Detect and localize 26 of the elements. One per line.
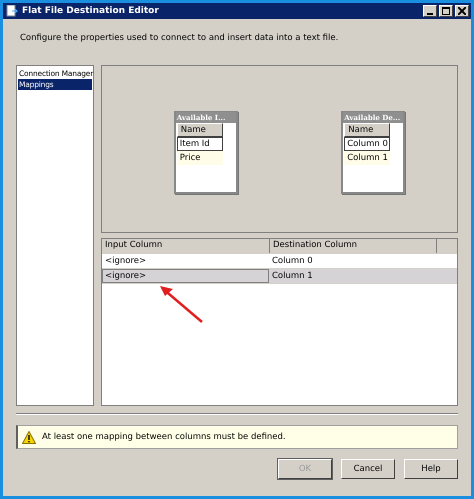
column-header: Destination Column bbox=[270, 239, 437, 253]
table-cell[interactable]: Column 0 bbox=[269, 254, 457, 268]
table-cell[interactable]: <ignore> bbox=[102, 254, 269, 268]
column-item[interactable]: Column 1 bbox=[344, 151, 390, 165]
window-title: Flat File Destination Editor bbox=[22, 6, 160, 16]
table-cell[interactable]: Column 1 bbox=[269, 269, 457, 283]
close-button[interactable] bbox=[455, 5, 469, 17]
warning-text: At least one mapping between columns must be defined. bbox=[42, 432, 286, 442]
table-row[interactable]: <ignore> Column 1 bbox=[102, 269, 457, 284]
close-icon bbox=[458, 7, 466, 15]
maximize-button[interactable] bbox=[439, 5, 453, 17]
description-text: Configure the properties used to connect to and insert data into a text file. bbox=[20, 33, 340, 43]
column-header: Input Column bbox=[102, 239, 270, 253]
column-item[interactable]: Price bbox=[176, 151, 223, 165]
maximize-icon bbox=[442, 7, 450, 15]
dialog-button[interactable]: Cancel bbox=[341, 459, 395, 479]
column-item[interactable]: Column 0 bbox=[344, 137, 390, 151]
arrow-drawing bbox=[160, 286, 203, 323]
document-icon bbox=[6, 5, 18, 17]
column-item[interactable]: Item Id bbox=[176, 137, 223, 151]
minimize-button[interactable] bbox=[423, 5, 437, 17]
column-header: Name bbox=[344, 123, 390, 137]
dialog-button[interactable]: Help bbox=[404, 459, 458, 479]
column-header: Name bbox=[176, 123, 223, 137]
warning-icon bbox=[22, 430, 36, 444]
table-cell[interactable]: <ignore> bbox=[102, 269, 269, 283]
